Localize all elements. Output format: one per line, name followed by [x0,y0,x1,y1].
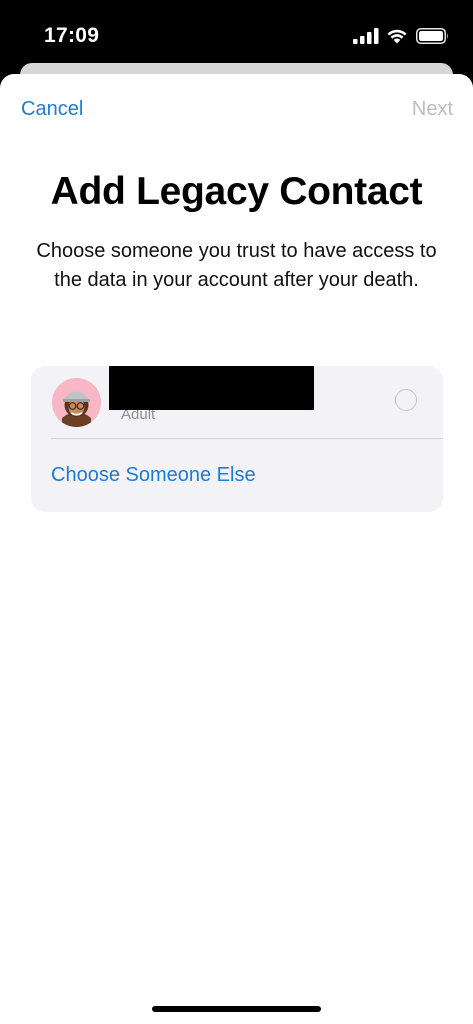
contact-radio-button[interactable] [395,389,417,411]
next-button[interactable]: Next [412,98,453,121]
cancel-button[interactable]: Cancel [21,98,83,121]
wifi-icon [387,29,407,44]
status-time: 17:09 [44,24,100,47]
home-indicator [152,1006,321,1012]
cellular-signal-icon [353,28,379,44]
contacts-card: Adult Choose Someone Else [31,366,443,512]
contact-row[interactable]: Adult [31,366,443,438]
page-subtitle: Choose someone you trust to have access … [36,240,437,291]
row-divider [51,438,443,439]
modal-sheet: Cancel Next Add Legacy Contact Choose so… [0,74,473,1024]
battery-icon [416,28,449,44]
status-bar: 17:09 [0,0,473,70]
redacted-contact-name [109,366,314,410]
page-title: Add Legacy Contact [50,170,423,213]
memoji-avatar-icon [52,378,101,427]
choose-someone-else-button[interactable]: Choose Someone Else [51,464,256,487]
